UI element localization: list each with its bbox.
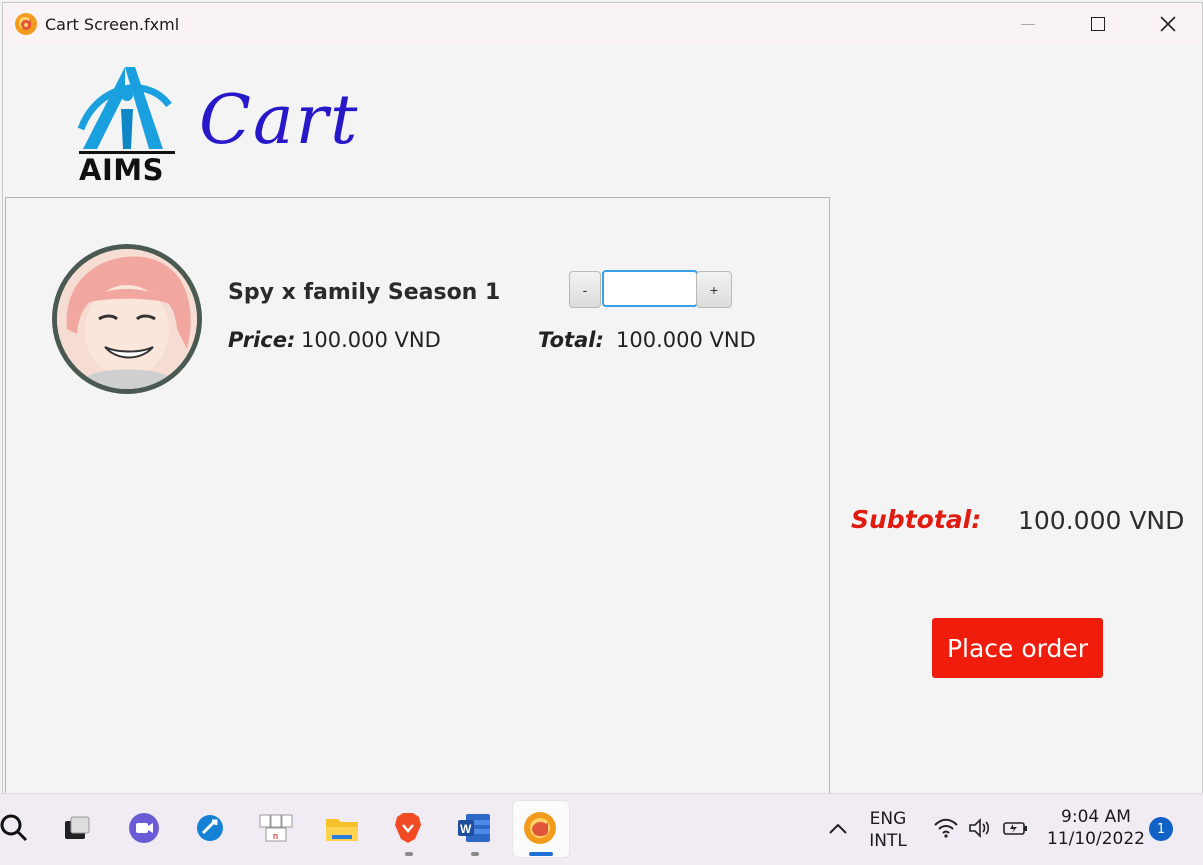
maximize-icon	[1091, 17, 1105, 31]
aims-logo: AIMS	[77, 65, 177, 187]
word-running-indicator	[471, 852, 479, 856]
minimize-button[interactable]	[993, 3, 1063, 45]
language-code: ENG	[869, 809, 907, 829]
increment-button[interactable]: +	[696, 271, 732, 308]
battery-icon[interactable]	[998, 810, 1034, 846]
task-view-icon[interactable]	[58, 810, 94, 846]
app-logo-icon	[15, 13, 37, 35]
quantity-input[interactable]	[602, 270, 698, 307]
price-label: Price:	[228, 328, 296, 352]
svg-text:n: n	[273, 831, 278, 841]
remote-icon[interactable]	[192, 810, 228, 846]
minimize-icon	[1021, 23, 1035, 25]
active-app-indicator	[529, 852, 553, 856]
decrement-button[interactable]: -	[569, 271, 601, 308]
meet-icon[interactable]	[126, 810, 162, 846]
title-bar: Cart Screen.fxml	[3, 3, 1202, 45]
cart-list-panel: Spy x family Season 1 - + Price: 100.000…	[5, 197, 830, 795]
aims-logo-icon	[77, 67, 175, 154]
window-title: Cart Screen.fxml	[45, 15, 180, 34]
maximize-button[interactable]	[1063, 3, 1133, 45]
logo-text: AIMS	[79, 153, 164, 187]
keyboard-layout: INTL	[869, 831, 907, 851]
item-thumbnail	[52, 244, 202, 394]
clock-time: 9:04 AM	[1061, 807, 1131, 827]
search-icon[interactable]	[0, 810, 32, 846]
anime-character-image	[57, 249, 197, 389]
close-icon	[1160, 16, 1176, 32]
file-explorer-icon[interactable]	[324, 810, 360, 846]
total-value: 100.000 VND	[616, 328, 756, 352]
item-title: Spy x family Season 1	[228, 280, 501, 305]
svg-text:W: W	[460, 822, 472, 836]
wifi-icon[interactable]	[928, 810, 964, 846]
clock-date: 11/10/2022	[1047, 829, 1145, 849]
brave-running-indicator	[405, 852, 413, 856]
subtotal-label: Subtotal:	[851, 505, 982, 534]
subtotal-value: 100.000 VND	[1018, 506, 1185, 535]
close-button[interactable]	[1133, 3, 1203, 45]
total-label: Total:	[538, 328, 604, 352]
keyboard-tool-icon[interactable]: n	[258, 810, 294, 846]
volume-icon[interactable]	[962, 810, 998, 846]
chevron-up-icon[interactable]	[820, 810, 856, 846]
place-order-button[interactable]: Place order	[932, 618, 1103, 678]
clock[interactable]: 9:04 AM 11/10/2022	[1046, 806, 1146, 850]
word-icon[interactable]: W	[456, 810, 492, 846]
app-window: Cart Screen.fxml AIMS Cart Spy x family …	[2, 2, 1203, 795]
price-value: 100.000 VND	[301, 328, 441, 352]
language-indicator[interactable]: ENG INTL	[864, 808, 912, 852]
taskbar: n W ENG INTL 9:04 AM 11/10/2022 1	[0, 793, 1203, 865]
notification-badge[interactable]: 1	[1149, 817, 1173, 841]
page-title: Cart	[199, 81, 360, 160]
brave-icon[interactable]	[390, 810, 426, 846]
active-app-icon[interactable]	[522, 810, 558, 846]
